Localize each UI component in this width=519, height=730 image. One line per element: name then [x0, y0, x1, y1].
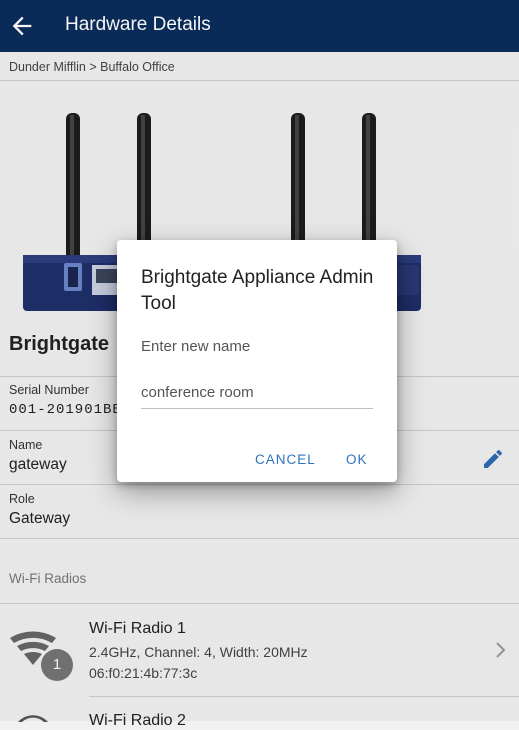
dialog-title: Brightgate Appliance Admin Tool: [141, 267, 374, 314]
rename-dialog: Brightgate Appliance Admin Tool Enter ne…: [117, 240, 397, 482]
cancel-button[interactable]: CANCEL: [251, 448, 320, 471]
new-name-input[interactable]: [141, 376, 373, 409]
ok-button[interactable]: OK: [342, 448, 372, 471]
dialog-prompt: Enter new name: [141, 338, 251, 355]
